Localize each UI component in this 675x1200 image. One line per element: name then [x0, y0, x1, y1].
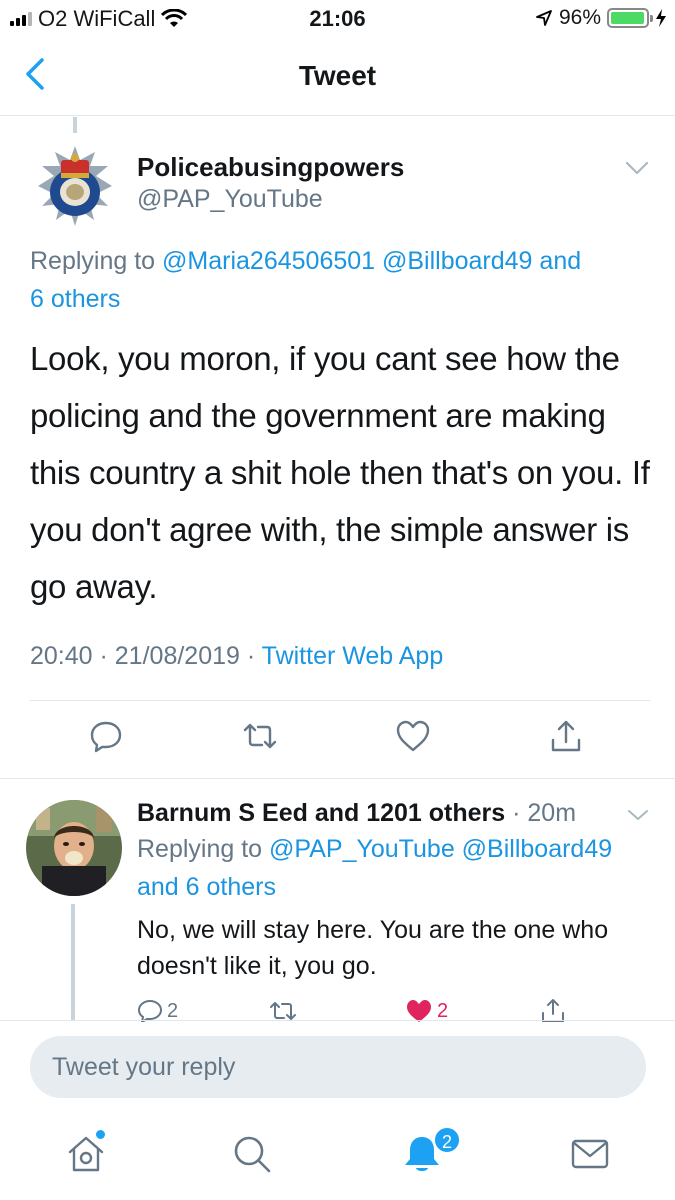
reply-actions: 2 2	[137, 996, 657, 1022]
replying-users-link[interactable]: @Maria264506501 @Billboard49	[162, 247, 532, 275]
reply-text: No, we will stay here. You are the one w…	[137, 916, 609, 980]
reply-time: 20m	[527, 799, 577, 827]
like-icon-filled[interactable]	[405, 998, 433, 1022]
share-icon[interactable]	[539, 998, 567, 1022]
share-icon[interactable]	[548, 718, 584, 754]
author-handle[interactable]: @PAP_YouTube	[137, 185, 323, 214]
meta-separator: ·	[239, 642, 262, 670]
reply-icon[interactable]	[137, 998, 163, 1022]
reply-header: Barnum S Eed and 1201 others · 20m	[137, 799, 576, 828]
reply-share-action[interactable]	[539, 998, 567, 1022]
replying-prefix: Replying to	[137, 835, 270, 863]
tweet-meta: 20:40 · 21/08/2019 · Twitter Web App	[30, 642, 443, 671]
tweet-date: 21/08/2019	[114, 642, 240, 670]
home-unread-dot	[96, 1130, 105, 1139]
replying-to: Replying to @Maria264506501 @Billboard49…	[30, 242, 650, 318]
reply-reply-action[interactable]: 2	[137, 998, 178, 1022]
reply-like-action[interactable]: 2	[405, 998, 448, 1022]
avatar[interactable]	[26, 800, 122, 896]
replying-users-link[interactable]: @PAP_YouTube @Billboard49	[269, 835, 612, 863]
author-name[interactable]: Policeabusingpowers	[137, 152, 404, 183]
reply-icon[interactable]	[88, 718, 124, 754]
status-right: 96%	[535, 6, 667, 30]
thread-line	[73, 117, 77, 133]
retweet-icon[interactable]	[242, 718, 278, 754]
tweet-source-link[interactable]: Twitter Web App	[262, 642, 444, 670]
replying-and: and	[532, 247, 582, 275]
page-title: Tweet	[298, 60, 377, 91]
reply-replying-to: Replying to @PAP_YouTube @Billboard49 an…	[137, 830, 657, 906]
chevron-down-icon[interactable]	[626, 808, 650, 822]
retweet-icon[interactable]	[269, 998, 297, 1022]
charging-bolt-icon	[656, 9, 666, 27]
divider	[0, 778, 675, 779]
battery-percent: 96%	[558, 6, 601, 29]
tweet-actions	[0, 718, 675, 762]
chevron-down-icon[interactable]	[624, 160, 650, 176]
divider	[30, 700, 650, 701]
replying-others-link[interactable]: and 6 others	[137, 873, 276, 901]
thread-line	[71, 904, 75, 1020]
replying-prefix: Replying to	[30, 247, 163, 275]
avatar[interactable]	[28, 138, 123, 233]
tweet-time: 20:40	[30, 642, 93, 670]
like-icon[interactable]	[395, 718, 431, 754]
like-count: 2	[437, 999, 449, 1022]
reply-input[interactable]	[30, 1036, 646, 1098]
tab-messages[interactable]	[568, 1132, 612, 1176]
reply-separator: ·	[505, 799, 528, 827]
reply-retweet-action[interactable]	[269, 998, 297, 1022]
divider	[0, 1020, 675, 1021]
battery-icon	[607, 8, 653, 28]
tweet-text: Look, you moron, if you cant see how the…	[30, 340, 650, 605]
location-arrow-icon	[536, 10, 552, 26]
status-bar: O2 WiFiCall 21:06 96%	[0, 0, 675, 40]
replying-others-link[interactable]: 6 others	[30, 285, 120, 313]
meta-separator: ·	[92, 642, 115, 670]
nav-bar: Tweet	[0, 40, 675, 116]
tab-search[interactable]	[230, 1132, 274, 1176]
notifications-badge: 2	[433, 1126, 461, 1154]
reply-count: 2	[167, 999, 179, 1022]
reply-author[interactable]: Barnum S Eed and 1201 others	[137, 799, 505, 827]
